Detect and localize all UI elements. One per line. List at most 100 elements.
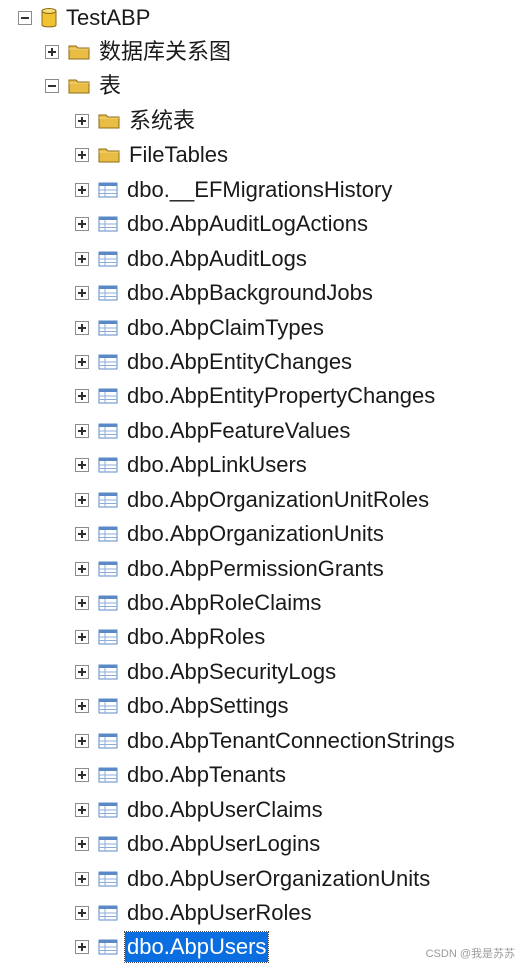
tree-node-table[interactable]: dbo.AbpTenantConnectionStrings xyxy=(75,724,457,758)
table-label[interactable]: dbo.AbpClaimTypes xyxy=(125,313,326,343)
expand-icon[interactable] xyxy=(75,424,89,438)
table-label[interactable]: dbo.AbpEntityChanges xyxy=(125,347,354,377)
expand-icon[interactable] xyxy=(75,803,89,817)
table-icon xyxy=(98,664,118,680)
expand-icon[interactable] xyxy=(75,217,89,231)
expand-icon[interactable] xyxy=(75,768,89,782)
table-label[interactable]: dbo.AbpBackgroundJobs xyxy=(125,278,375,308)
tree-node-table[interactable]: dbo.AbpRoles xyxy=(75,620,267,654)
table-label[interactable]: dbo.AbpUserLogins xyxy=(125,829,322,859)
expand-icon[interactable] xyxy=(75,286,89,300)
table-icon xyxy=(98,526,118,542)
tree-node-table[interactable]: dbo.AbpEntityChanges xyxy=(75,345,354,379)
expand-icon[interactable] xyxy=(75,837,89,851)
tree-node-table[interactable]: dbo.AbpUserOrganizationUnits xyxy=(75,862,432,896)
expand-icon[interactable] xyxy=(75,562,89,576)
tree-node-table[interactable]: dbo.__EFMigrationsHistory xyxy=(75,173,394,207)
table-icon xyxy=(98,939,118,955)
expand-icon[interactable] xyxy=(75,630,89,644)
tree-node-table[interactable]: dbo.AbpSecurityLogs xyxy=(75,655,338,689)
tree-node-table[interactable]: dbo.AbpClaimTypes xyxy=(75,311,326,345)
tree-node-table[interactable]: dbo.AbpBackgroundJobs xyxy=(75,276,375,310)
expand-icon[interactable] xyxy=(75,321,89,335)
table-label[interactable]: dbo.__EFMigrationsHistory xyxy=(125,175,394,205)
table-label[interactable]: dbo.AbpUserClaims xyxy=(125,795,325,825)
expand-icon[interactable] xyxy=(75,665,89,679)
table-label[interactable]: dbo.AbpTenantConnectionStrings xyxy=(125,726,457,756)
table-label[interactable]: dbo.AbpPermissionGrants xyxy=(125,554,386,584)
expand-icon[interactable] xyxy=(75,596,89,610)
folder-icon xyxy=(68,43,90,61)
expand-icon[interactable] xyxy=(75,872,89,886)
tree-node-table[interactable]: dbo.AbpUserClaims xyxy=(75,793,325,827)
expand-icon[interactable] xyxy=(75,389,89,403)
tree-node-table[interactable]: dbo.AbpFeatureValues xyxy=(75,414,352,448)
table-label[interactable]: dbo.AbpSecurityLogs xyxy=(125,657,338,687)
database-diagrams-label[interactable]: 数据库关系图 xyxy=(97,37,233,67)
watermark: CSDN @我是苏苏 xyxy=(425,948,515,960)
system-tables-label[interactable]: 系统表 xyxy=(127,106,197,136)
expand-icon[interactable] xyxy=(75,355,89,369)
tree-node-table[interactable]: dbo.AbpTenants xyxy=(75,758,288,792)
tree-node-table[interactable]: dbo.AbpPermissionGrants xyxy=(75,552,386,586)
table-icon xyxy=(98,182,118,198)
collapse-icon[interactable] xyxy=(45,79,59,93)
table-label[interactable]: dbo.AbpAuditLogActions xyxy=(125,209,370,239)
expand-icon[interactable] xyxy=(75,699,89,713)
table-label[interactable]: dbo.AbpUserOrganizationUnits xyxy=(125,864,432,894)
tree-node-database[interactable]: TestABP xyxy=(18,1,152,35)
collapse-icon[interactable] xyxy=(18,11,32,25)
database-label[interactable]: TestABP xyxy=(64,3,152,33)
tree-node-table[interactable]: dbo.AbpRoleClaims xyxy=(75,586,323,620)
table-label[interactable]: dbo.AbpSettings xyxy=(125,691,290,721)
tree-node-table[interactable]: dbo.AbpSettings xyxy=(75,689,290,723)
tree-node-database-diagrams[interactable]: 数据库关系图 xyxy=(45,35,233,69)
tree-node-table[interactable]: dbo.AbpUserLogins xyxy=(75,827,322,861)
table-label[interactable]: dbo.AbpLinkUsers xyxy=(125,450,309,480)
expand-icon[interactable] xyxy=(75,183,89,197)
table-label[interactable]: dbo.AbpEntityPropertyChanges xyxy=(125,381,437,411)
tree-node-table[interactable]: dbo.AbpOrganizationUnits xyxy=(75,517,386,551)
tree-node-table[interactable]: dbo.AbpEntityPropertyChanges xyxy=(75,379,437,413)
selected-table-label[interactable]: dbo.AbpUsers xyxy=(123,931,270,963)
tree-node-table[interactable]: dbo.AbpAuditLogs xyxy=(75,242,309,276)
expand-icon[interactable] xyxy=(75,114,89,128)
table-label[interactable]: dbo.AbpOrganizationUnits xyxy=(125,519,386,549)
table-icon xyxy=(98,251,118,267)
expand-icon[interactable] xyxy=(75,734,89,748)
table-label[interactable]: dbo.AbpTenants xyxy=(125,760,288,790)
tree-node-table[interactable]: dbo.AbpUserRoles xyxy=(75,896,314,930)
folder-icon xyxy=(98,112,120,130)
table-label[interactable]: dbo.AbpRoleClaims xyxy=(125,588,323,618)
table-label[interactable]: dbo.AbpAuditLogs xyxy=(125,244,309,274)
expand-icon[interactable] xyxy=(75,527,89,541)
expand-icon[interactable] xyxy=(75,148,89,162)
table-label[interactable]: dbo.AbpOrganizationUnitRoles xyxy=(125,485,431,515)
tree-node-table[interactable]: dbo.AbpOrganizationUnitRoles xyxy=(75,483,431,517)
table-icon xyxy=(98,698,118,714)
filetables-label[interactable]: FileTables xyxy=(127,140,230,170)
table-icon xyxy=(98,388,118,404)
tree-node-system-tables[interactable]: 系统表 xyxy=(75,104,197,138)
table-label[interactable]: dbo.AbpRoles xyxy=(125,622,267,652)
expand-icon[interactable] xyxy=(45,45,59,59)
table-label[interactable]: dbo.AbpFeatureValues xyxy=(125,416,352,446)
expand-icon[interactable] xyxy=(75,906,89,920)
tree-node-filetables[interactable]: FileTables xyxy=(75,138,230,172)
expand-icon[interactable] xyxy=(75,493,89,507)
expand-icon[interactable] xyxy=(75,252,89,266)
table-icon xyxy=(98,871,118,887)
expand-icon[interactable] xyxy=(75,458,89,472)
table-icon xyxy=(98,492,118,508)
table-label[interactable]: dbo.AbpUserRoles xyxy=(125,898,314,928)
tables-label[interactable]: 表 xyxy=(97,71,123,101)
database-icon xyxy=(41,7,57,29)
tree-node-table[interactable]: dbo.AbpLinkUsers xyxy=(75,448,309,482)
tree-node-tables[interactable]: 表 xyxy=(45,69,123,103)
tree-node-table[interactable]: dbo.AbpAuditLogActions xyxy=(75,207,370,241)
expand-icon[interactable] xyxy=(75,940,89,954)
tree-node-table-selected[interactable]: dbo.AbpUsers xyxy=(75,930,270,964)
folder-icon xyxy=(68,77,90,95)
object-explorer-tree: TestABP 数据库关系图 表 系统表 FileTables dbo.__EF… xyxy=(0,0,527,969)
table-icon xyxy=(98,457,118,473)
